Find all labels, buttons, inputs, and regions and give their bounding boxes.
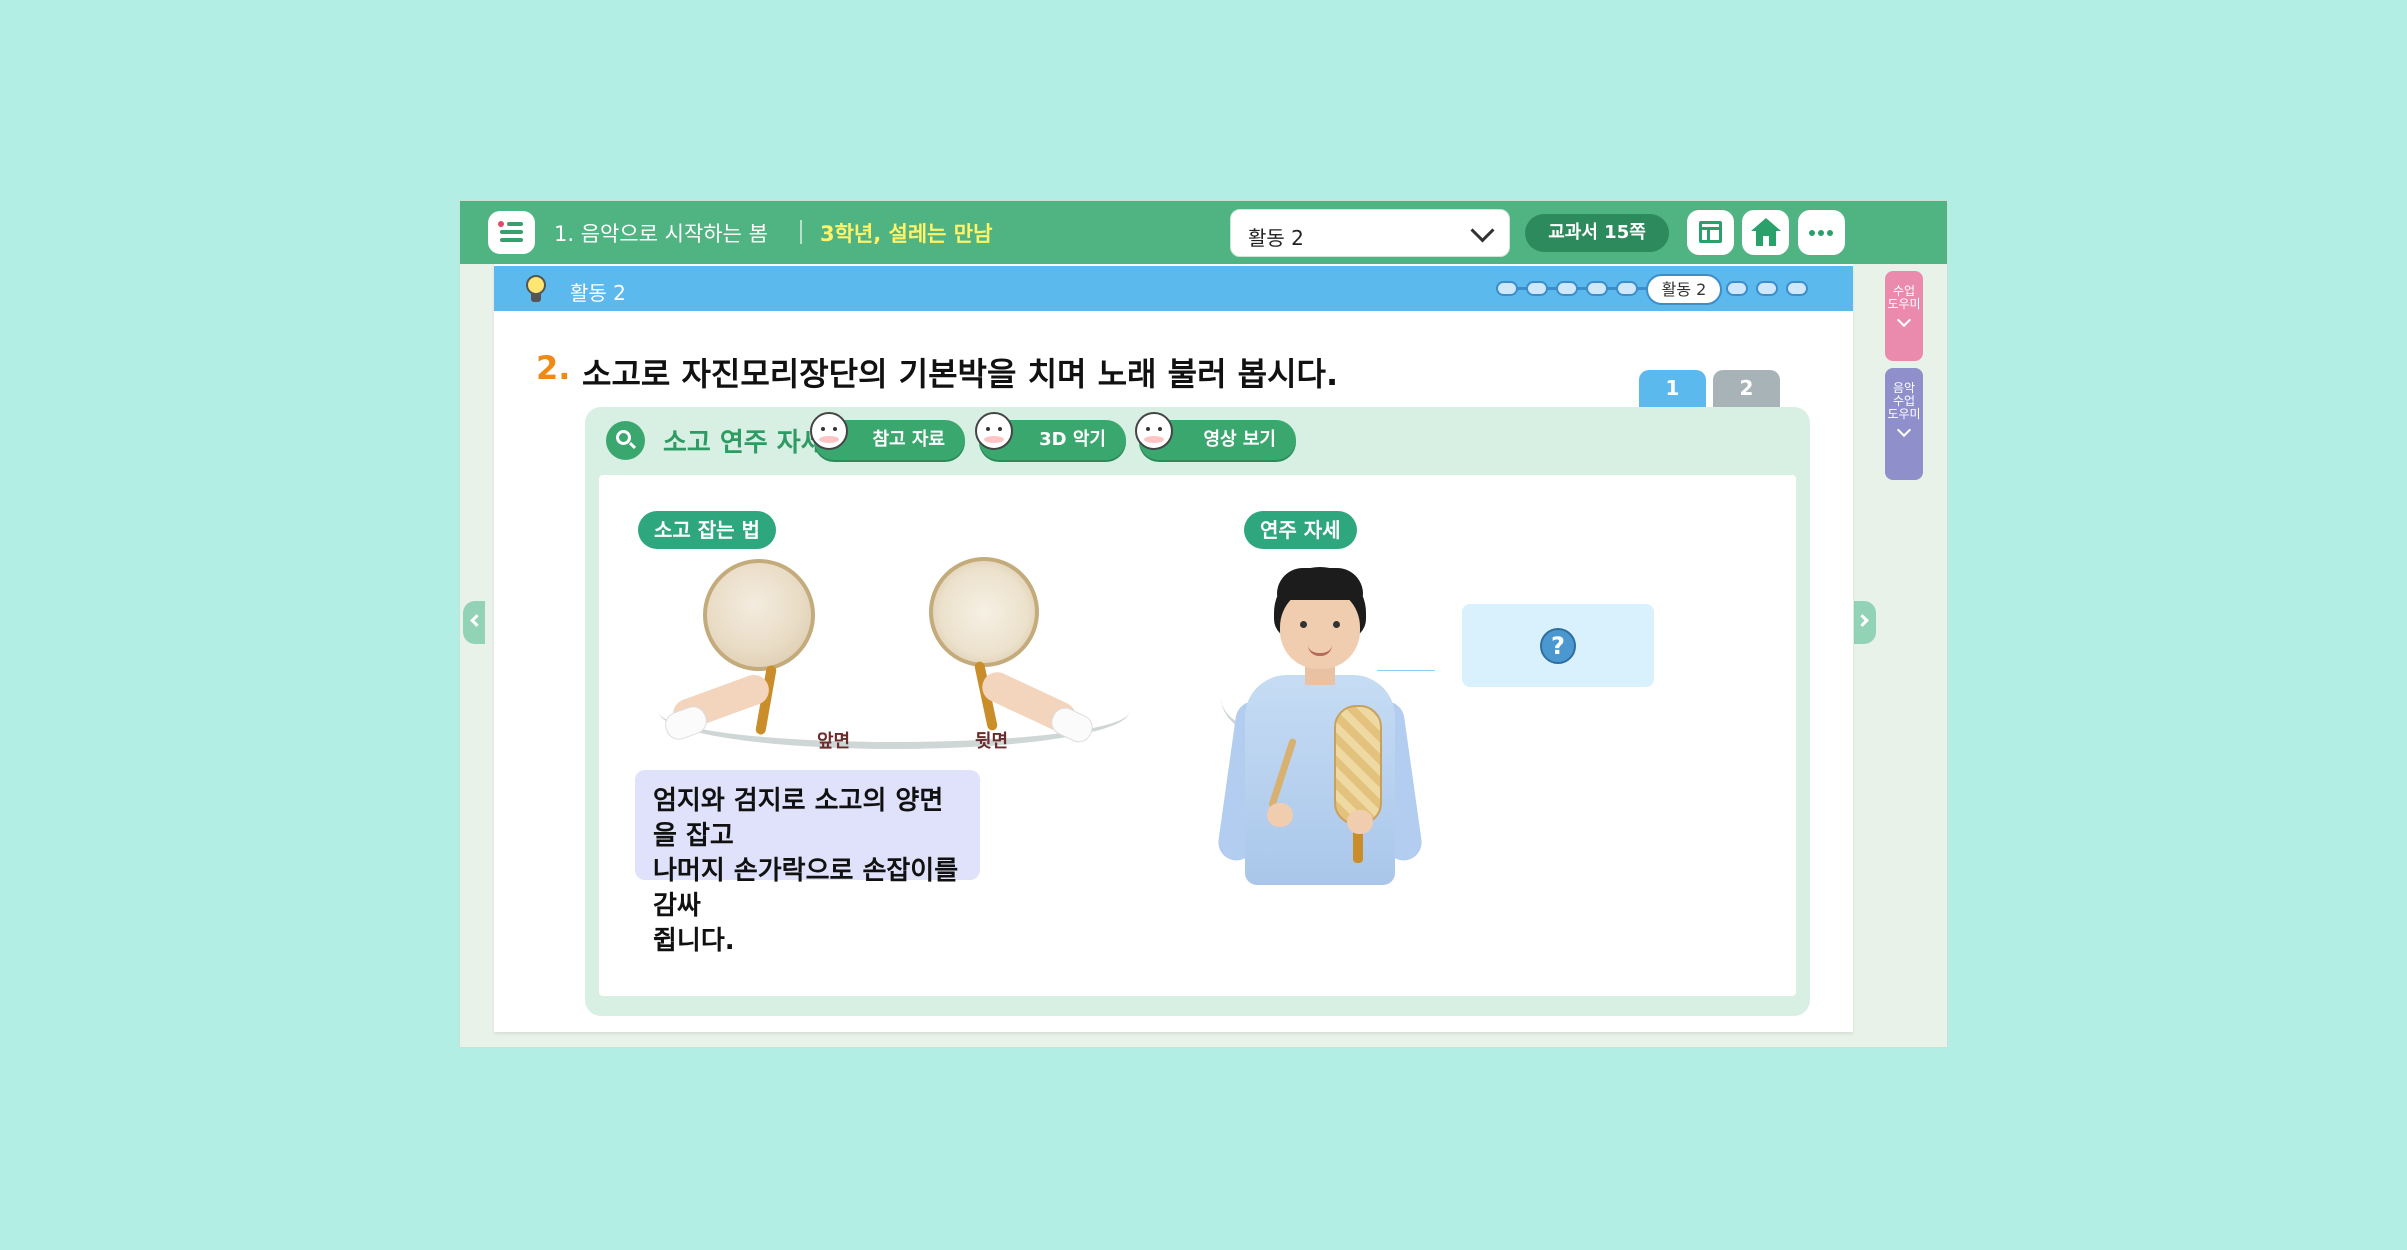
progress-step[interactable]	[1496, 281, 1518, 296]
progress-step[interactable]	[1756, 281, 1778, 296]
layout-button[interactable]	[1687, 210, 1734, 255]
textbook-page-badge: 교과서 15쪽	[1525, 214, 1669, 252]
mascot-icon	[1135, 412, 1173, 450]
next-page-button[interactable]	[1854, 601, 1876, 644]
sogo-back-image	[929, 557, 1039, 667]
chevron-left-icon	[470, 614, 483, 627]
lesson-page: 활동 2 활동 2 2. 소고로 자진모리장단의 기본박을 치며 노래 불러 봅…	[494, 264, 1853, 1032]
progress-step[interactable]	[1726, 281, 1748, 296]
class-helper-button[interactable]: 수업 도우미	[1885, 271, 1923, 361]
progress-step[interactable]	[1526, 281, 1548, 296]
reference-material-button[interactable]: 참고 자료	[810, 412, 965, 460]
previous-page-button[interactable]	[463, 601, 485, 644]
breadcrumb-divider	[800, 220, 802, 244]
progress-step[interactable]	[1586, 281, 1608, 296]
posture-tag: 연주 자세	[1244, 511, 1357, 549]
menu-button[interactable]	[488, 211, 535, 254]
top-toolbar: 1. 음악으로 시작하는 봄 3학년, 설레는 만남 활동 2 교과서 15쪽	[460, 201, 1947, 264]
card-content: 소고 잡는 법 앞면 뒷면 엄지와 검지로 소고의 양면을 잡고 나머지 손가락…	[599, 475, 1796, 996]
activity-card: 소고 연주 자세 알아보기 참고 자료 3D 악기 영상 보기 소고 잡는 법	[585, 407, 1810, 1016]
back-side-label: 뒷면	[975, 731, 1009, 752]
lesson-title: 3학년, 설레는 만남	[820, 222, 993, 246]
chevron-right-icon	[1856, 614, 1869, 627]
question-mark-icon[interactable]: ?	[1540, 628, 1576, 664]
mascot-icon	[975, 412, 1013, 450]
callout-line	[1377, 670, 1435, 671]
more-button[interactable]	[1798, 210, 1845, 255]
hold-description: 엄지와 검지로 소고의 양면을 잡고 나머지 손가락으로 손잡이를 감싸 쥡니다…	[653, 786, 959, 956]
home-button[interactable]	[1742, 210, 1789, 255]
music-helper-button[interactable]: 음악 수업 도우미	[1885, 368, 1923, 480]
activity-bar: 활동 2 활동 2	[494, 266, 1853, 311]
search-icon	[606, 421, 645, 460]
reference-material-label: 참고 자료	[872, 429, 945, 450]
3d-instrument-label: 3D 악기	[1039, 429, 1106, 450]
3d-instrument-button[interactable]: 3D 악기	[975, 412, 1126, 460]
music-helper-label: 음악 수업 도우미	[1887, 381, 1921, 421]
watch-video-button[interactable]: 영상 보기	[1135, 412, 1296, 460]
sogo-front-image	[703, 559, 815, 671]
progress-step[interactable]	[1786, 281, 1808, 296]
watch-video-label: 영상 보기	[1203, 429, 1276, 450]
answer-reveal-box[interactable]: ?	[1462, 604, 1654, 687]
page-tab-2[interactable]: 2	[1713, 370, 1780, 408]
page-tab-1[interactable]: 1	[1639, 370, 1706, 408]
activity-label: 활동 2	[570, 281, 626, 305]
question-title: 소고로 자진모리장단의 기본박을 치며 노래 불러 봅시다.	[582, 355, 1339, 393]
progress-step[interactable]	[1616, 281, 1638, 296]
chevron-down-icon	[1896, 422, 1912, 438]
lightbulb-icon	[525, 275, 547, 303]
hold-method-tag: 소고 잡는 법	[638, 511, 776, 549]
class-helper-label: 수업 도우미	[1887, 284, 1921, 311]
unit-title: 1. 음악으로 시작하는 봄	[554, 222, 768, 246]
activity-dropdown[interactable]: 활동 2	[1230, 209, 1510, 257]
chevron-down-icon	[1896, 312, 1912, 328]
front-side-label: 앞면	[817, 731, 851, 752]
hold-description-box: 엄지와 검지로 소고의 양면을 잡고 나머지 손가락으로 손잡이를 감싸 쥡니다…	[635, 770, 980, 956]
chevron-down-icon	[1470, 218, 1495, 243]
layout-icon	[1699, 221, 1722, 243]
mascot-icon	[810, 412, 848, 450]
lesson-viewer: 1. 음악으로 시작하는 봄 3학년, 설레는 만남 활동 2 교과서 15쪽 …	[460, 201, 1947, 1047]
activity-dropdown-value: 활동 2	[1248, 226, 1304, 250]
progress-current-step[interactable]: 활동 2	[1646, 274, 1722, 305]
question-number: 2.	[536, 349, 571, 387]
progress-step[interactable]	[1556, 281, 1578, 296]
